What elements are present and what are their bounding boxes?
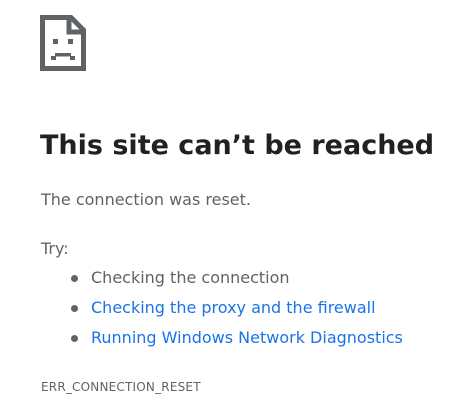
suggestion-check-connection: Checking the connection bbox=[91, 268, 290, 287]
suggestion-item: Checking the connection bbox=[41, 267, 403, 297]
suggestion-item: Running Windows Network Diagnostics bbox=[41, 327, 403, 357]
sad-document-icon bbox=[40, 15, 86, 71]
bullet-icon bbox=[71, 335, 78, 342]
suggestion-list: Checking the connection Checking the pro… bbox=[41, 267, 403, 357]
error-message: The connection was reset. bbox=[41, 190, 252, 209]
error-title: This site can’t be reached bbox=[40, 130, 435, 161]
error-code: ERR_CONNECTION_RESET bbox=[41, 380, 201, 394]
bullet-icon bbox=[71, 275, 78, 282]
network-diagnostics-link[interactable]: Running Windows Network Diagnostics bbox=[91, 328, 403, 347]
check-proxy-firewall-link[interactable]: Checking the proxy and the firewall bbox=[91, 298, 376, 317]
suggestion-item: Checking the proxy and the firewall bbox=[41, 297, 403, 327]
try-label: Try: bbox=[41, 239, 69, 258]
bullet-icon bbox=[71, 305, 78, 312]
